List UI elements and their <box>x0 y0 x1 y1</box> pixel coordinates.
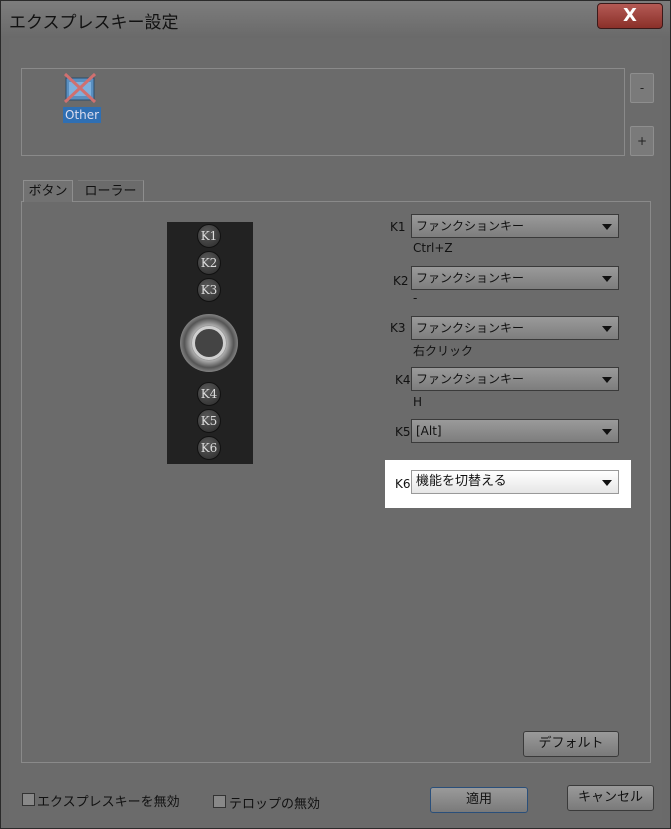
tab-buttons[interactable]: ボタン <box>23 180 73 202</box>
k4-assigned-value: H <box>413 395 423 409</box>
device-button-k3[interactable]: K3 <box>197 278 221 302</box>
application-list <box>21 68 625 156</box>
device-button-k6[interactable]: K6 <box>197 436 221 460</box>
k5-function-value: [Alt] <box>416 424 442 438</box>
device-button-k1[interactable]: K1 <box>197 224 221 248</box>
key-label-k3: K3 <box>390 321 406 335</box>
disable-expresskeys-label[interactable]: エクスプレスキーを無効 <box>37 791 180 810</box>
k1-function-value: ファンクションキー <box>416 219 525 233</box>
key-label-k1: K1 <box>390 220 406 234</box>
touch-ring-center-button[interactable] <box>192 326 226 360</box>
disable-expresskeys-checkbox[interactable] <box>22 793 35 806</box>
device-button-k2[interactable]: K2 <box>197 251 221 275</box>
default-button[interactable]: デフォルト <box>523 731 619 757</box>
chevron-down-icon <box>602 480 612 486</box>
k3-assigned-value: 右クリック <box>413 344 474 358</box>
k3-function-value: ファンクションキー <box>416 321 525 335</box>
other-app-label[interactable]: Other <box>63 107 102 123</box>
chevron-down-icon <box>602 326 612 332</box>
device-button-k4[interactable]: K4 <box>197 382 221 406</box>
tab-roller[interactable]: ローラー <box>78 180 144 202</box>
add-app-button[interactable]: + <box>630 126 654 156</box>
disable-telop-checkbox[interactable] <box>213 795 226 808</box>
k4-function-value: ファンクションキー <box>416 372 525 386</box>
k6-function-select[interactable]: 機能を切替える <box>411 470 619 494</box>
cancel-button[interactable]: キャンセル <box>567 785 654 811</box>
k1-function-select[interactable]: ファンクションキー <box>411 214 619 238</box>
k2-function-select[interactable]: ファンクションキー <box>411 266 619 290</box>
chevron-down-icon <box>602 377 612 383</box>
k2-assigned-value: - <box>413 291 418 305</box>
k4-function-select[interactable]: ファンクションキー <box>411 367 619 391</box>
k1-assigned-value: Ctrl+Z <box>413 241 453 255</box>
window-title: エクスプレスキー設定 <box>9 13 179 33</box>
chevron-down-icon <box>602 429 612 435</box>
chevron-down-icon <box>602 276 612 282</box>
disable-telop-label[interactable]: テロップの無効 <box>229 793 320 812</box>
k6-function-value: 機能を切替える <box>416 474 507 489</box>
remove-app-button[interactable]: - <box>630 73 654 103</box>
k5-function-select[interactable]: [Alt] <box>411 419 619 443</box>
apply-button[interactable]: 適用 <box>430 787 528 813</box>
other-app-icon[interactable] <box>63 72 97 104</box>
title-bar[interactable]: エクスプレスキー設定 X <box>1 1 670 37</box>
chevron-down-icon <box>602 224 612 230</box>
k3-function-select[interactable]: ファンクションキー <box>411 316 619 340</box>
k2-function-value: ファンクションキー <box>416 271 525 285</box>
device-button-k5[interactable]: K5 <box>197 409 221 433</box>
close-button[interactable]: X <box>597 3 663 29</box>
